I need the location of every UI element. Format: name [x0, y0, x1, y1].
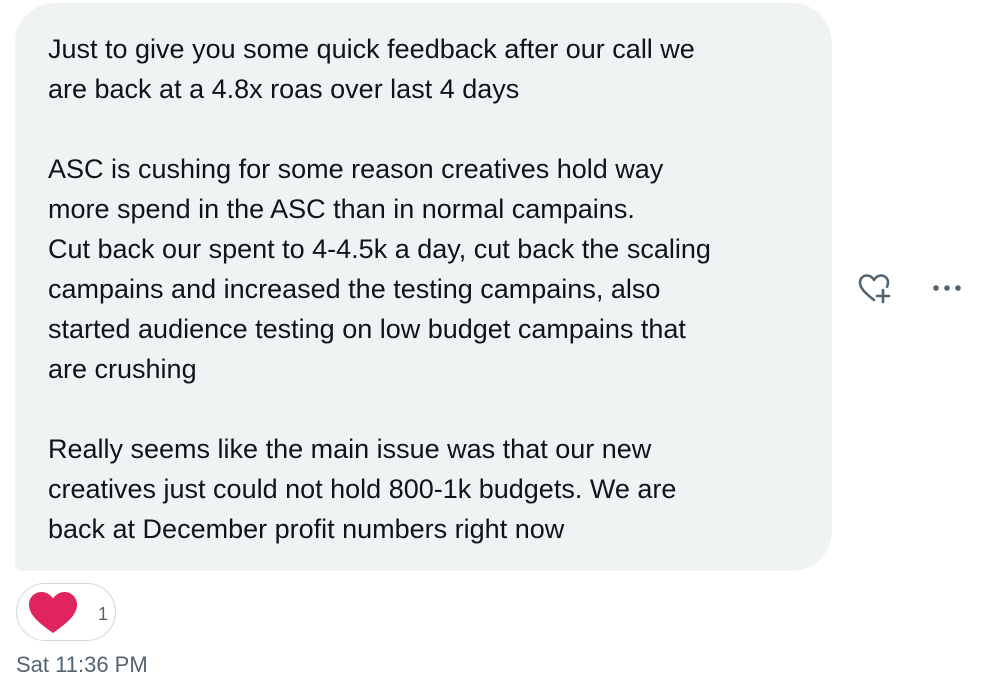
add-reaction-button[interactable]	[856, 270, 892, 306]
dm-conversation: Just to give you some quick feedback aft…	[0, 0, 990, 686]
reaction-count: 1	[98, 604, 109, 624]
heart-plus-icon	[858, 274, 891, 304]
message-line: creatives just could not hold 800-1k bud…	[48, 474, 677, 504]
reaction-pill[interactable]: 1	[16, 583, 116, 641]
message-line: Cut back our spent to 4-4.5k a day, cut …	[48, 234, 711, 264]
heart-icon	[29, 592, 77, 633]
message-line: are back at a 4.8x roas over last 4 days	[48, 74, 520, 104]
message-paragraph-3: Really seems like the main issue was tha…	[48, 429, 802, 549]
more-horizontal-icon	[933, 285, 961, 291]
message-line: campains and increased the testing campa…	[48, 274, 661, 304]
message-line: back at December profit numbers right no…	[48, 514, 565, 544]
message-line: Just to give you some quick feedback aft…	[48, 34, 695, 64]
message-line: started audience testing on low budget c…	[48, 314, 686, 344]
message-timestamp: Sat 11:36 PM	[16, 652, 148, 677]
more-options-button[interactable]	[928, 276, 968, 300]
message-paragraph-2: ASC is cushing for some reason creatives…	[48, 149, 802, 389]
message-paragraph-1: Just to give you some quick feedback aft…	[48, 29, 802, 109]
message-bubble[interactable]: Just to give you some quick feedback aft…	[15, 3, 832, 571]
message-line: Really seems like the main issue was tha…	[48, 434, 652, 464]
message-line: are crushing	[48, 354, 197, 384]
message-line: more spend in the ASC than in normal cam…	[48, 194, 635, 224]
message-line: ASC is cushing for some reason creatives…	[48, 154, 664, 184]
